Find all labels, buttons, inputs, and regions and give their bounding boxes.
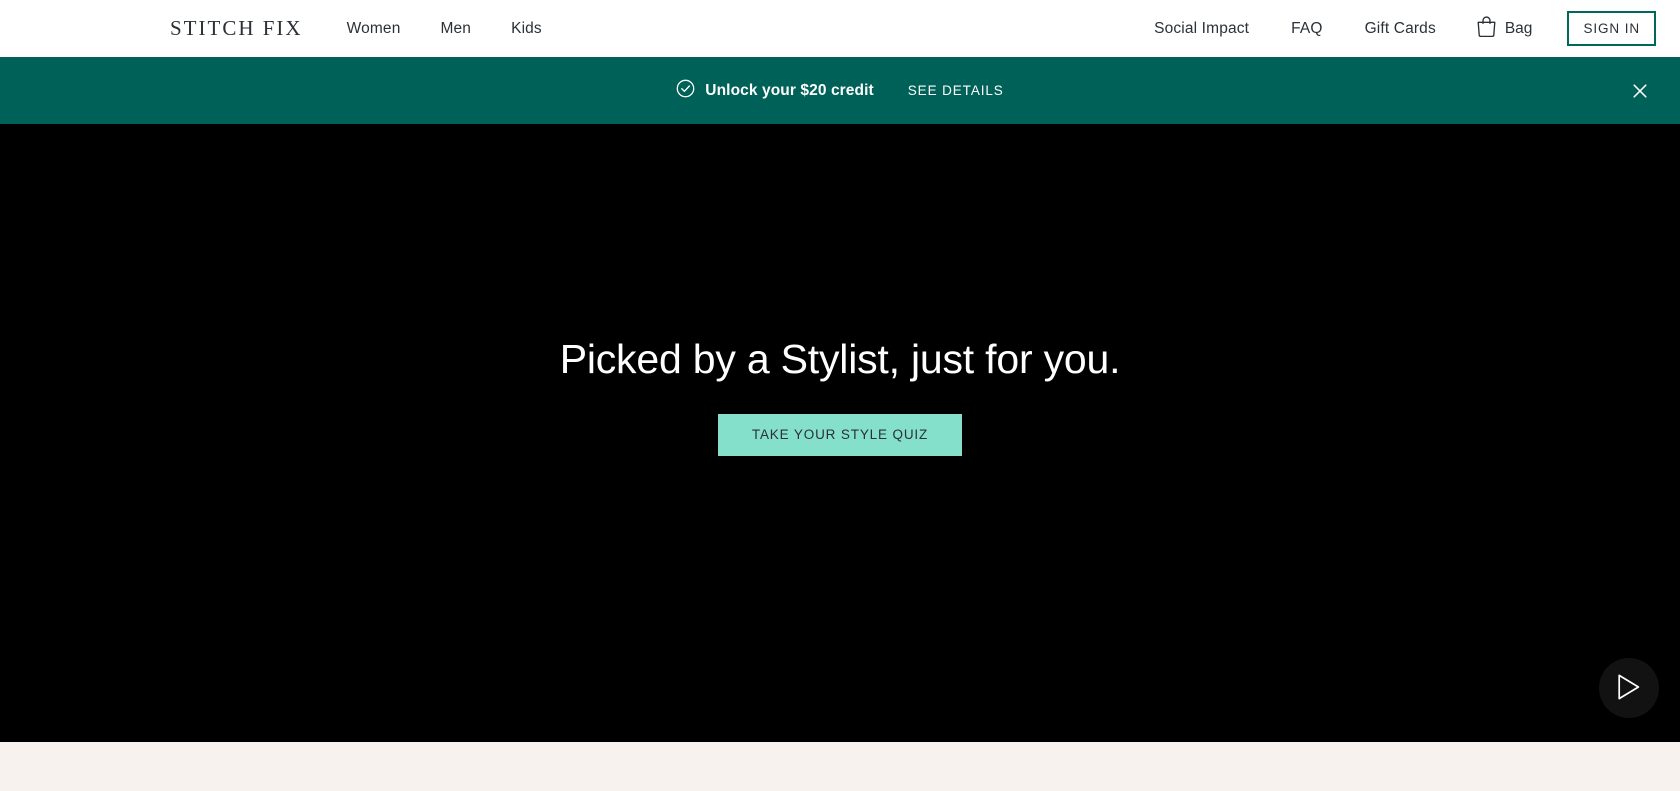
bag-link[interactable]: Bag [1457, 15, 1551, 42]
hero-play-button[interactable] [1599, 658, 1659, 718]
promo-close-button[interactable] [1626, 77, 1654, 105]
promo-banner-content: Unlock your $20 credit SEE DETAILS [676, 79, 1003, 103]
hero-title: Picked by a Stylist, just for you. [559, 336, 1121, 382]
below-fold-section [0, 742, 1680, 791]
close-icon [1632, 83, 1648, 102]
promo-message: Unlock your $20 credit [705, 81, 874, 99]
primary-nav: Women Men Kids [327, 21, 562, 37]
nav-item-faq[interactable]: FAQ [1270, 21, 1343, 37]
utility-nav: Social Impact FAQ Gift Cards Bag SIGN IN [1133, 11, 1656, 46]
shopping-bag-icon [1476, 15, 1497, 42]
nav-item-women[interactable]: Women [327, 21, 421, 37]
take-style-quiz-button[interactable]: TAKE YOUR STYLE QUIZ [717, 414, 963, 457]
promo-banner: Unlock your $20 credit SEE DETAILS [0, 57, 1680, 124]
nav-item-social-impact[interactable]: Social Impact [1133, 21, 1270, 37]
sign-in-button[interactable]: SIGN IN [1567, 11, 1656, 46]
site-header: STITCH FIX Women Men Kids Social Impact … [0, 0, 1680, 57]
nav-item-gift-cards[interactable]: Gift Cards [1344, 21, 1457, 37]
nav-item-kids[interactable]: Kids [491, 21, 562, 37]
nav-item-men[interactable]: Men [420, 21, 491, 37]
play-icon [1616, 673, 1642, 704]
hero-content: Picked by a Stylist, just for you. TAKE … [0, 336, 1680, 457]
bag-label: Bag [1504, 19, 1533, 37]
see-details-link[interactable]: SEE DETAILS [908, 84, 1004, 98]
hero-section: Picked by a Stylist, just for you. TAKE … [0, 124, 1680, 742]
check-circle-icon [676, 79, 695, 103]
stitch-fix-logo[interactable]: STITCH FIX [170, 17, 303, 40]
